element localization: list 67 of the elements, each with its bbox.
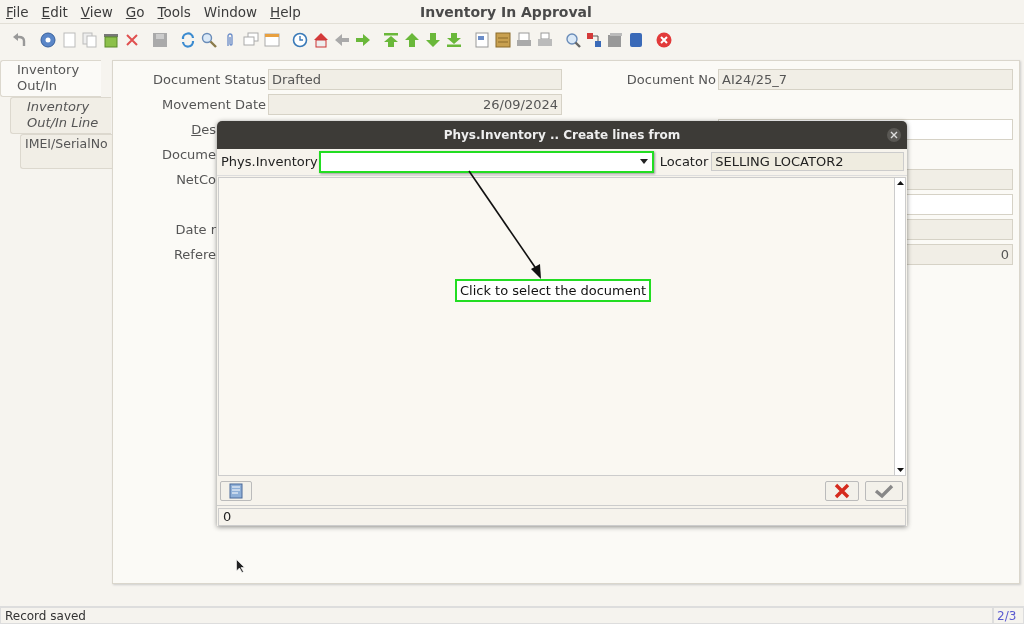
dialog-status: 0 xyxy=(218,508,906,526)
text-field[interactable]: Drafted xyxy=(268,69,562,90)
record-counter: 2/3 xyxy=(993,607,1024,624)
save-icon[interactable] xyxy=(152,32,168,49)
menu-item[interactable]: Edit xyxy=(41,3,68,20)
field-label: Document Status xyxy=(152,72,266,87)
history-icon[interactable] xyxy=(292,32,308,49)
chat-icon[interactable] xyxy=(243,32,259,49)
copy-icon[interactable] xyxy=(82,32,98,49)
first-record-icon[interactable] xyxy=(383,32,399,49)
mouse-cursor-icon xyxy=(236,559,245,573)
select-all-button[interactable] xyxy=(220,480,252,501)
refresh-icon[interactable] xyxy=(180,32,196,49)
database-icon[interactable] xyxy=(628,32,644,49)
text-field[interactable]: 26/09/2024 xyxy=(268,94,562,115)
window-title: Inventory In Approval xyxy=(420,3,592,20)
field-label: Document No xyxy=(625,72,716,87)
cross-icon xyxy=(834,482,850,499)
field-label: Docume xyxy=(161,147,217,162)
field-label: Des xyxy=(190,122,217,137)
home-icon[interactable] xyxy=(313,32,329,49)
field-label: Date r xyxy=(174,222,217,237)
printer-icon[interactable] xyxy=(537,32,553,49)
undo-icon[interactable] xyxy=(12,32,28,49)
field-label: Refere xyxy=(172,247,217,262)
menu-item[interactable]: View xyxy=(80,3,113,20)
window-icon[interactable] xyxy=(264,32,280,49)
print-preview-icon[interactable] xyxy=(516,32,532,49)
field-label: Locator xyxy=(659,154,709,170)
recycle-bin-icon[interactable] xyxy=(103,32,119,49)
window-tab[interactable]: Inventory Out/In Line xyxy=(10,97,111,134)
product-icon[interactable] xyxy=(607,32,623,49)
document-icon xyxy=(229,482,243,499)
scroll-up-icon[interactable] xyxy=(896,180,904,185)
checkmark-icon xyxy=(874,482,894,499)
menu-item[interactable]: Window xyxy=(203,3,258,20)
annotation-callout: Click to select the document xyxy=(455,279,652,302)
dialog-title: Phys.Inventory .. Create lines from xyxy=(443,127,681,142)
locator-field[interactable]: SELLING LOCATOR2 xyxy=(711,152,905,172)
menu-item[interactable]: Help xyxy=(270,3,301,20)
workflow-icon[interactable] xyxy=(586,32,602,49)
menu-item[interactable]: Tools xyxy=(157,3,191,20)
exit-icon[interactable] xyxy=(656,32,672,49)
archive-icon[interactable] xyxy=(495,32,511,49)
status-message: Record saved xyxy=(0,607,993,624)
left-arrow-icon[interactable] xyxy=(334,32,350,49)
report-icon[interactable] xyxy=(474,32,490,49)
menu-item[interactable]: Go xyxy=(125,3,145,20)
search-icon[interactable] xyxy=(201,32,217,49)
zoom-icon[interactable] xyxy=(565,32,581,49)
scrollbar[interactable] xyxy=(894,177,905,476)
window-tab[interactable]: Inventory Out/In xyxy=(0,60,101,97)
down-arrow-icon[interactable] xyxy=(425,32,441,49)
menu-item[interactable]: File xyxy=(6,3,29,20)
scroll-down-icon[interactable] xyxy=(896,468,904,473)
field-label: Phys.Inventory xyxy=(221,154,318,170)
up-arrow-icon[interactable] xyxy=(404,32,420,49)
close-icon[interactable] xyxy=(887,128,901,142)
cancel-button[interactable] xyxy=(825,480,859,501)
window-tab[interactable]: IMEI/SerialNo xyxy=(20,134,113,169)
field-label: NetCo xyxy=(175,172,217,187)
caret-icon[interactable] xyxy=(639,159,648,165)
last-record-icon[interactable] xyxy=(446,32,462,49)
right-arrow-icon[interactable] xyxy=(355,32,371,49)
text-field[interactable]: AI24/25_7 xyxy=(718,69,1013,90)
ok-button[interactable] xyxy=(865,480,903,501)
field-label: Movement Date xyxy=(160,97,266,112)
